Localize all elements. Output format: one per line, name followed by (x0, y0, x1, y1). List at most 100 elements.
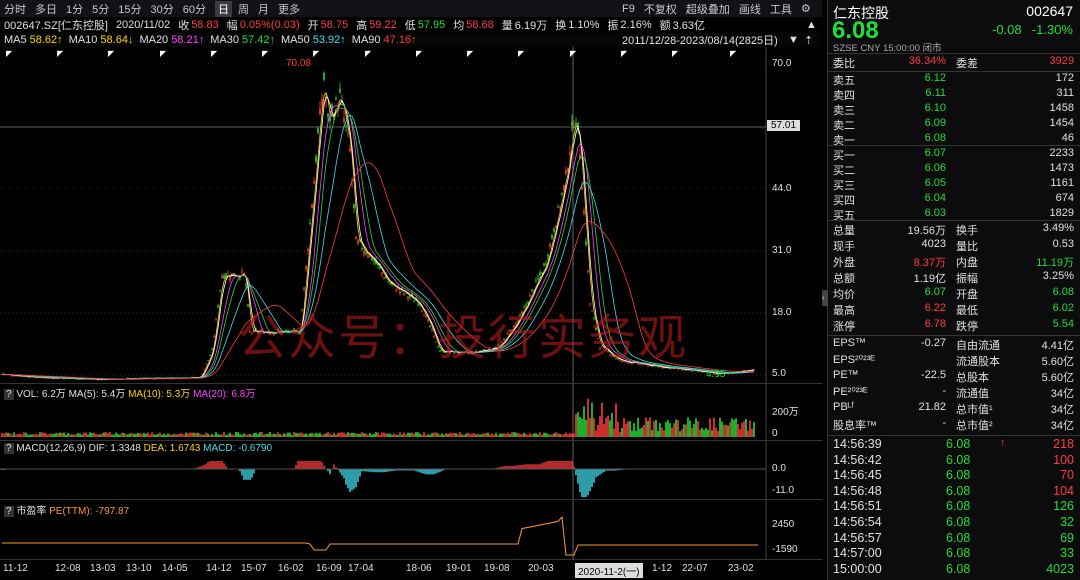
adjust-button[interactable]: 不复权 (644, 1, 677, 17)
overlay-button[interactable]: 超级叠加 (686, 1, 730, 17)
close-label: 收 (178, 19, 190, 32)
ma5-value: 58.62↑ (29, 34, 63, 46)
candle-body (353, 203, 355, 209)
swing-value: 2.16% (620, 18, 652, 31)
tools-button[interactable]: 工具 (770, 1, 792, 17)
volume-bar (241, 434, 243, 437)
volume-bar (91, 433, 93, 437)
volume-bar (219, 434, 221, 437)
candle-body (13, 375, 15, 377)
volume-bar (361, 432, 363, 437)
volume-bar (223, 432, 225, 437)
volume-bar (623, 418, 625, 437)
volume-bar (273, 433, 275, 437)
volume-bar (685, 424, 687, 437)
tab-1min[interactable]: 1分 (66, 1, 83, 17)
stat-value: 3.25% (1042, 270, 1074, 282)
date-tick: 11-12 (3, 563, 28, 574)
macd-axis-top: 0.0 (772, 463, 786, 474)
volume-bar (597, 424, 599, 437)
macd-bar (309, 461, 311, 470)
trade-row: 14:56:51 6.08 126 (828, 499, 1080, 516)
volume-bar (77, 433, 79, 437)
volume-bar (535, 433, 537, 437)
tab-more[interactable]: 更多 (278, 1, 300, 17)
macd-bar (431, 469, 433, 475)
date-tick: 16-02 (278, 563, 304, 574)
help-icon[interactable]: ? (4, 443, 14, 454)
volume-bar (497, 434, 499, 437)
tab-daily[interactable]: 日 (215, 0, 232, 17)
volume-bar (635, 430, 637, 437)
ask-cell: 172 (1055, 72, 1074, 84)
high-label: 高 (356, 19, 368, 32)
volume-bar (279, 434, 281, 437)
volume-bar (419, 433, 421, 437)
volume-bar (395, 434, 397, 437)
macd-bar (575, 469, 577, 476)
volume-bar (601, 402, 603, 437)
volume-bar (435, 432, 437, 437)
volume-bar (723, 424, 725, 437)
volume-bar (245, 434, 247, 437)
tab-multiday[interactable]: 多日 (35, 1, 57, 17)
expand-icon[interactable]: ‹ (822, 290, 828, 306)
volume-bar (563, 434, 565, 437)
date-tick: 1-12 (652, 563, 673, 574)
volume-bar (257, 434, 259, 437)
help-icon[interactable]: ? (4, 506, 14, 517)
vol-label: VOL: 6.2万 (16, 389, 66, 400)
volume-bar (201, 434, 203, 437)
macd-bar (583, 469, 585, 497)
volume-bar (683, 424, 685, 437)
ma10-value: 58.64↓ (100, 34, 134, 46)
candle-body (343, 117, 345, 122)
macd-bar (589, 469, 591, 492)
volume-bar (579, 417, 581, 437)
tab-30min[interactable]: 30分 (151, 1, 174, 17)
dropdown-icon[interactable]: ▼ (788, 34, 799, 46)
tab-15min[interactable]: 15分 (118, 1, 141, 17)
volume-bar (669, 423, 671, 437)
candle-body (553, 228, 555, 232)
gear-icon[interactable]: ⚙ (801, 2, 811, 15)
tab-60min[interactable]: 60分 (183, 1, 206, 17)
stock-app: 分时 多日 1分 5分 15分 30分 60分 日 周 月 更多 F9 不复权 … (0, 0, 1080, 580)
candle-body (205, 363, 207, 365)
macd-bar (339, 469, 341, 473)
candle-body (403, 293, 405, 295)
volume-bar (559, 433, 561, 437)
help-icon[interactable]: ? (4, 389, 14, 400)
chevron-up-icon[interactable]: ▲ (806, 19, 817, 31)
stat-row: 最高 6.22 最低 6.02 (828, 302, 1080, 319)
f9-button[interactable]: F9 (622, 3, 635, 15)
volume-bar (583, 406, 585, 437)
volume-bar (749, 420, 751, 437)
volume-bar (101, 433, 103, 437)
tab-fenshi[interactable]: 分时 (4, 1, 26, 17)
volume-bar (729, 422, 731, 437)
volume-bar (565, 432, 567, 437)
volume-bar (211, 434, 213, 437)
volume-bar (721, 421, 723, 437)
volume-bar (581, 418, 583, 437)
volume-bar (483, 433, 485, 437)
volume-bar (301, 432, 303, 437)
macd-dea: DEA: 1.6743 (143, 443, 201, 454)
tab-weekly[interactable]: 周 (238, 1, 249, 17)
volume-bar (641, 427, 643, 437)
macd-bar (601, 469, 603, 474)
draw-button[interactable]: 画线 (739, 1, 761, 17)
fold-icon[interactable]: ⇡ (804, 34, 813, 47)
weibi-label: 委比 (833, 58, 855, 70)
candle-body (549, 243, 551, 247)
tab-monthly[interactable]: 月 (258, 1, 269, 17)
volume-bar (53, 434, 55, 437)
volume-bar (549, 434, 551, 437)
fund-label: EPS²⁰²³ᴱ (833, 354, 875, 366)
volume-bar (409, 433, 411, 437)
candle-body (557, 206, 559, 208)
tab-5min[interactable]: 5分 (92, 1, 109, 17)
volume-bar (329, 433, 331, 437)
volume-bar (61, 433, 63, 437)
